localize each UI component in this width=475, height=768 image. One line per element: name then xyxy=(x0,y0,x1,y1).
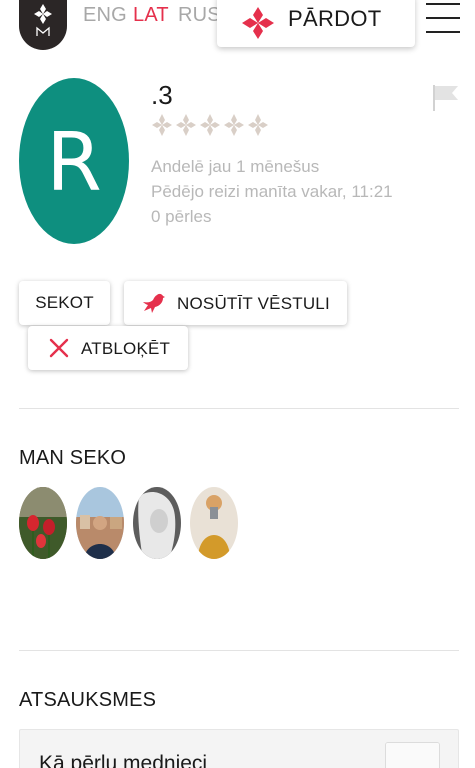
bird-icon xyxy=(143,293,165,313)
logo-mark-icon xyxy=(34,4,52,36)
avatar: R xyxy=(19,78,129,244)
review-text: Kā pērļu mednieci xyxy=(39,752,208,768)
last-seen-text: Pēdējo reizi manīta vakar, 11:21 xyxy=(151,182,393,201)
send-message-button[interactable]: NOSŪTĪT VĒSTULI xyxy=(124,281,347,325)
follower-avatar[interactable] xyxy=(19,487,67,559)
top-header: ENG LAT RUS PĀRDOT xyxy=(0,0,475,60)
rating-star-icon xyxy=(152,114,172,136)
lang-lat-link[interactable]: LAT xyxy=(133,4,169,27)
follower-avatar[interactable] xyxy=(76,487,124,559)
username: .3 xyxy=(151,80,173,110)
follow-button[interactable]: SEKOT xyxy=(19,281,110,325)
reviews-title: ATSAUKSMES xyxy=(19,689,157,711)
rating-star-icon xyxy=(248,114,268,136)
follower-avatar[interactable] xyxy=(133,487,181,559)
trading-since-text: Andelē jau 1 mēnešus xyxy=(151,157,320,176)
divider xyxy=(19,408,459,409)
review-thumbnail[interactable] xyxy=(385,742,440,768)
follow-button-label: SEKOT xyxy=(35,293,94,312)
lang-rus-link[interactable]: RUS xyxy=(178,4,221,27)
hamburger-icon[interactable] xyxy=(426,2,460,34)
review-card[interactable]: Kā pērļu mednieci xyxy=(19,729,459,768)
divider xyxy=(19,650,459,651)
avatar-initial: R xyxy=(46,115,102,209)
close-icon xyxy=(49,338,69,358)
pearls-count: 0 pērles xyxy=(151,207,212,226)
followers-title: MAN SEKO xyxy=(19,447,127,469)
unblock-button[interactable]: ATBLOĶĒT xyxy=(28,326,188,370)
rating-star-icon xyxy=(200,114,220,136)
rating-star-icon xyxy=(224,114,244,136)
sell-button-label: PĀRDOT xyxy=(288,6,382,31)
logo[interactable] xyxy=(19,0,67,50)
lang-eng-link[interactable]: ENG xyxy=(83,4,127,27)
sell-button[interactable]: PĀRDOT xyxy=(217,0,415,47)
report-flag-icon[interactable] xyxy=(432,84,460,112)
unblock-label: ATBLOĶĒT xyxy=(81,339,171,358)
send-message-label: NOSŪTĪT VĒSTULI xyxy=(177,294,330,313)
follower-avatar[interactable] xyxy=(190,487,238,559)
followers-list xyxy=(19,487,238,559)
diamond-cross-icon xyxy=(242,7,274,39)
rating-stars xyxy=(151,113,269,137)
rating-star-icon xyxy=(176,114,196,136)
